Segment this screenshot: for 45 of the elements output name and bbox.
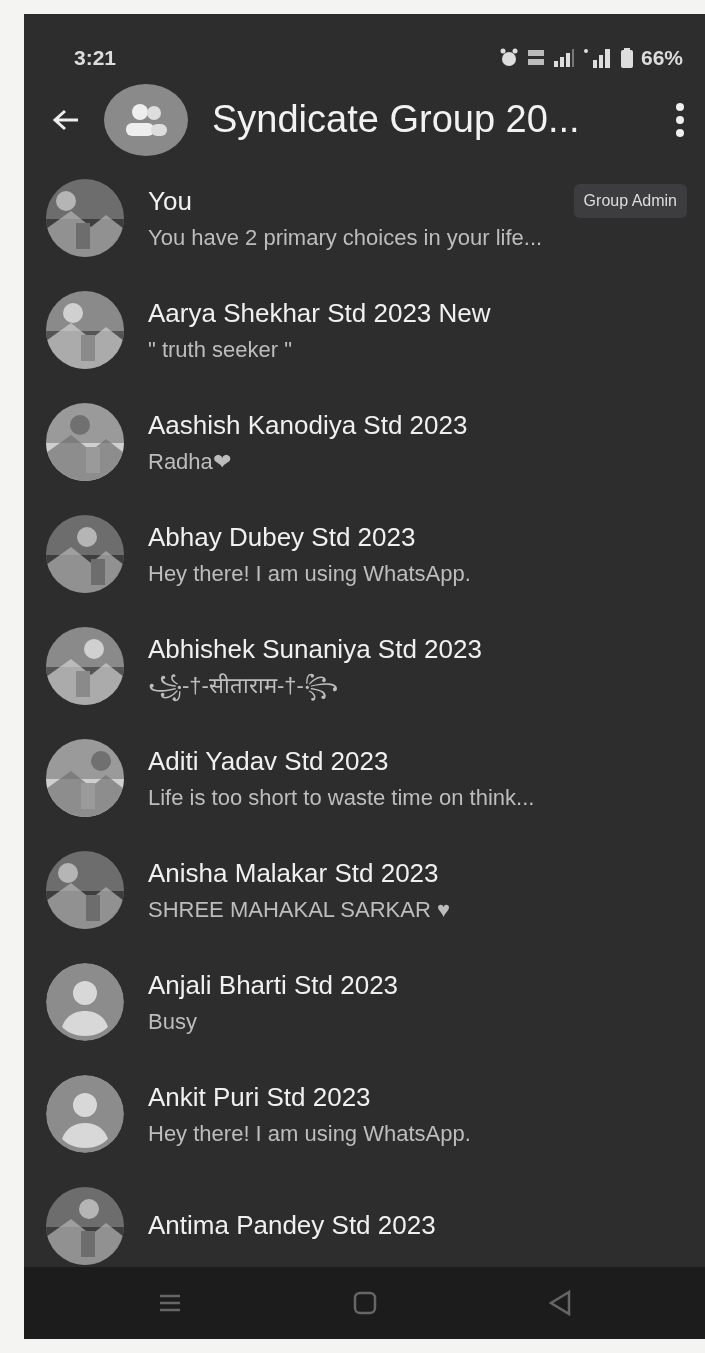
admin-badge: Group Admin [573,184,687,218]
participant-row[interactable]: Aarya Shekhar Std 2023 New " truth seeker " [24,273,705,386]
participant-name: Anjali Bharti Std 2023 [148,968,399,1002]
participant-row[interactable]: Anisha Malakar Std 2023 SHREE MAHAKAL SARKAR ♥ [24,833,705,946]
participant-row[interactable]: Abhishek Sunaniya Std 2023 ꧁-†-सीताराम-†-꧂ [24,609,705,722]
participant-name: Ankit Puri Std 2023 [148,1080,371,1114]
participant-name: Anisha Malakar Std 2023 [148,856,439,890]
default-avatar-icon [46,962,124,1041]
default-avatar-icon [46,1074,124,1153]
recents-icon[interactable] [157,1293,182,1313]
alarm-icon [498,47,519,68]
back-arrow-icon[interactable] [52,107,80,132]
back-icon[interactable] [547,1290,572,1316]
participant-about: " truth seeker " [148,335,293,364]
participant-about: Hey there! I am using WhatsApp. [148,1119,472,1148]
participant-about: ꧁-†-सीताराम-†-꧂ [148,668,687,702]
participant-about: Radha❤ [148,447,232,476]
participant-name: Antima Pandey Std 2023 [148,1209,436,1242]
battery-level: 66% [640,45,683,71]
participant-name: Aarya Shekhar Std 2023 New [148,296,491,330]
participant-name: Aashish Kanodiya Std 2023 [148,408,468,442]
participant-name: Abhay Dubey Std 2023 [148,520,416,554]
group-title[interactable]: Syndicate Group 20... [212,91,659,148]
home-icon[interactable] [352,1291,377,1315]
signal-icon [582,47,613,68]
participant-name: You [148,184,192,218]
participant-row[interactable]: You Group Admin You have 2 primary choices in your life... [24,161,705,274]
participant-about: You have 2 primary choices in your life... [148,223,544,252]
participant-row[interactable]: Ankit Puri Std 2023 Hey there! I am using WhatsApp. [24,1057,705,1170]
status-time: 3:21 [74,45,117,71]
signal-icon [552,48,575,67]
participant-name: Abhishek Sunaniya Std 2023 [148,632,482,666]
participant-row[interactable]: Abhay Dubey Std 2023 Hey there! I am using WhatsApp. [24,497,705,610]
battery-icon [620,47,633,68]
participant-about: Busy [148,1007,198,1036]
participant-about: Life is too short to waste time on think... [148,783,536,812]
more-options-icon[interactable] [675,101,685,138]
participant-row[interactable]: Antima Pandey Std 2023 [24,1169,705,1267]
participant-about: SHREE MAHAKAL SARKAR ♥ [148,895,451,924]
participant-row[interactable]: Aashish Kanodiya Std 2023 Radha❤ [24,385,705,498]
participant-row[interactable]: Aditi Yadav Std 2023 Life is too short to waste time on think... [24,721,705,834]
group-icon [123,102,169,137]
participant-row[interactable]: Anjali Bharti Std 2023 Busy [24,945,705,1058]
participant-about: Hey there! I am using WhatsApp. [148,559,472,588]
participant-name: Aditi Yadav Std 2023 [148,744,389,778]
